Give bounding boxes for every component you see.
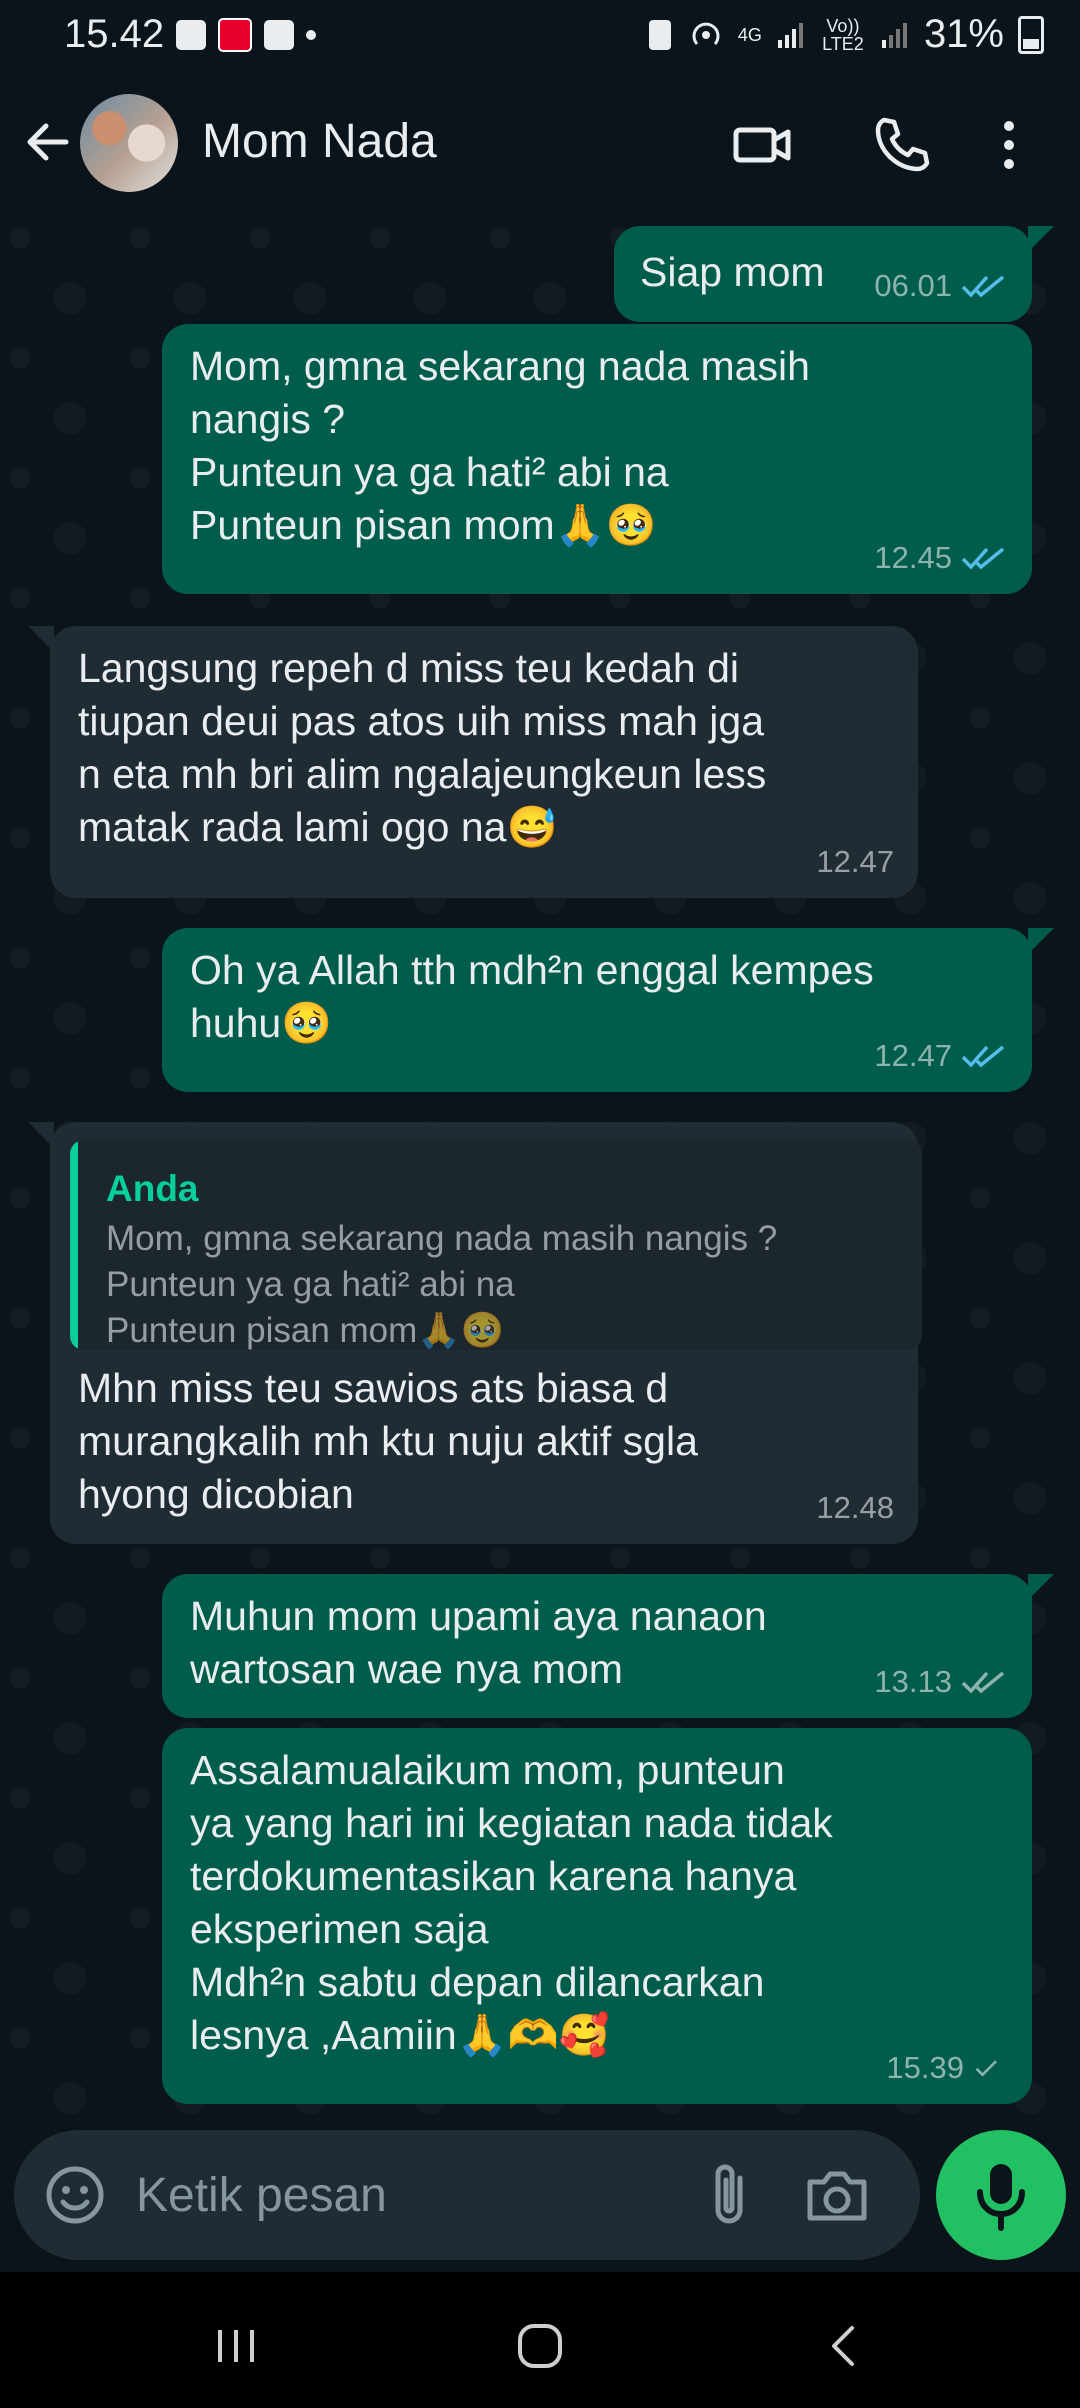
message-input[interactable]: Ketik pesan: [136, 2168, 387, 2223]
more-notifications-dot-icon: [306, 30, 316, 40]
message-time: 12.45: [874, 540, 952, 575]
system-status-icons: 4G Vo)) LTE2 31%: [646, 12, 1044, 57]
bubble-tail: [1028, 226, 1054, 252]
network-4g-label: 4G: [737, 24, 762, 45]
read-double-tick-icon: [961, 547, 1005, 570]
message-text: Langsung repeh d miss teu kedah di tiupa…: [78, 645, 767, 850]
voice-call-icon[interactable]: [866, 110, 936, 180]
message-text: Mom, gmna sekarang nada masih nangis ? P…: [190, 343, 810, 548]
chat-area[interactable]: Siap mom 06.01 Mom, gmna sekarang nada m…: [0, 218, 1080, 2128]
message-bubble-outgoing[interactable]: Muhun mom upami aya nanaon wartosan wae …: [162, 1574, 1054, 1718]
home-icon[interactable]: [510, 2316, 570, 2376]
message-meta: 12.45: [874, 531, 1008, 584]
more-options-icon[interactable]: [984, 110, 1034, 180]
message-meta: 12.47: [816, 835, 894, 888]
bubble-tail: [1028, 1574, 1054, 1600]
emoji-icon[interactable]: [40, 2160, 110, 2230]
message-meta: 13.13: [874, 1655, 1008, 1708]
quote-text: Mom, gmna sekarang nada masih nangis ? P…: [106, 1219, 778, 1350]
sim-icon: [648, 19, 671, 50]
message-bubble-incoming[interactable]: Langsung repeh d miss teu kedah di tiupa…: [28, 626, 918, 898]
bubble-tail: [1028, 928, 1054, 954]
message-bubble-outgoing[interactable]: Assalamualaikum mom, punteun ya yang har…: [162, 1728, 1032, 2104]
message-bubble-outgoing[interactable]: Oh ya Allah tth mdh²n enggal kempes huhu…: [162, 928, 1054, 1092]
message-text: Mhn miss teu sawios ats biasa d murangka…: [78, 1365, 698, 1517]
message-meta: 06.01: [874, 259, 1008, 312]
message-meta: 12.47: [874, 1029, 1008, 1082]
message-bubble-outgoing[interactable]: Mom, gmna sekarang nada masih nangis ? P…: [162, 324, 1032, 594]
message-time: 13.13: [874, 1664, 952, 1699]
gallery-icon: [176, 20, 206, 50]
read-double-tick-icon: [961, 275, 1005, 298]
message-time: 06.01: [874, 268, 952, 303]
message-meta: 15.39: [886, 2041, 1008, 2094]
video-call-icon[interactable]: [728, 110, 798, 180]
quote-author: Anda: [106, 1168, 199, 1209]
status-bar: 15.42 4G Vo)) LTE2 31%: [0, 0, 1080, 72]
message-text: Siap mom: [640, 249, 825, 295]
delivered-double-tick-icon: [961, 1671, 1005, 1694]
camera-icon[interactable]: [800, 2160, 874, 2230]
read-double-tick-icon: [961, 1045, 1005, 1068]
status-time: 15.42: [64, 12, 165, 56]
sent-single-tick-icon: [975, 2059, 997, 2077]
volte-label: Vo)) LTE2: [822, 15, 864, 54]
battery-percent: 31%: [923, 12, 1004, 56]
bubble-tail: [28, 626, 54, 652]
message-meta: 12.48: [816, 1481, 894, 1534]
message-time: 12.47: [874, 1038, 952, 1073]
message-bubble-outgoing[interactable]: Siap mom 06.01: [614, 226, 1054, 322]
message-text: Muhun mom upami aya nanaon wartosan wae …: [190, 1593, 767, 1692]
microphone-icon: [977, 2164, 1025, 2231]
contact-name[interactable]: Mom Nada: [202, 114, 437, 169]
voice-record-button[interactable]: [936, 2130, 1066, 2260]
calendar-icon: [264, 20, 294, 50]
message-time: 12.47: [816, 844, 894, 879]
message-text: Assalamualaikum mom, punteun ya yang har…: [190, 1747, 833, 2058]
signal-icon-1: [777, 22, 803, 48]
message-time: 15.39: [886, 2050, 964, 2085]
chat-header: Mom Nada: [0, 72, 1080, 218]
avatar[interactable]: [80, 94, 178, 192]
telkomsel-icon: [218, 18, 252, 52]
notification-icons: [176, 18, 316, 52]
attach-icon[interactable]: [694, 2158, 764, 2232]
bubble-tail: [28, 1122, 54, 1148]
recent-apps-icon[interactable]: [206, 2316, 266, 2376]
message-bubble-incoming[interactable]: Anda Mom, gmna sekarang nada masih nangi…: [28, 1122, 922, 1544]
message-time: 12.48: [816, 1490, 894, 1525]
back-arrow-icon[interactable]: [18, 112, 78, 172]
signal-icon-2: [881, 22, 907, 48]
quoted-message[interactable]: Anda Mom, gmna sekarang nada masih nangi…: [70, 1140, 922, 1350]
back-nav-icon[interactable]: [814, 2316, 874, 2376]
battery-icon: [1018, 15, 1044, 54]
system-navigation-bar: [0, 2272, 1080, 2408]
hotspot-icon: [692, 22, 720, 45]
quote-accent-bar: [70, 1140, 78, 1350]
message-composer[interactable]: Ketik pesan: [14, 2130, 920, 2260]
message-text: Oh ya Allah tth mdh²n enggal kempes huhu…: [190, 947, 874, 1046]
